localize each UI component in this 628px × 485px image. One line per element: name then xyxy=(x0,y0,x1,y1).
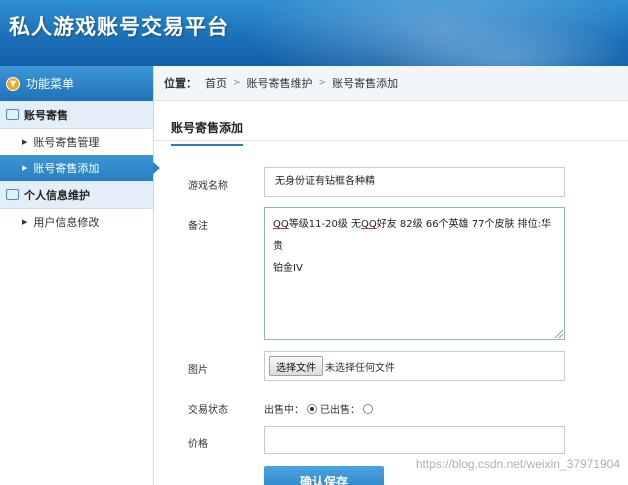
sidebar-item-consignment-add[interactable]: ▶ 账号寄售添加 xyxy=(0,155,160,181)
breadcrumb-section[interactable]: 账号寄售维护 xyxy=(247,75,313,91)
remark-textarea[interactable]: QQ等级11-20级 无QQ好友 82级 66个英雄 77个皮肤 排位:华贵 铂… xyxy=(264,207,565,340)
price-label: 价格 xyxy=(188,439,208,450)
status-sold-label: 已出售： xyxy=(320,405,360,416)
sidebar-item-user-edit[interactable]: ▶ 用户信息修改 xyxy=(0,209,153,235)
file-status-text: 未选择任何文件 xyxy=(325,362,395,374)
game-name-input[interactable]: 无身份证有钻框各种精 xyxy=(264,167,565,197)
message-icon xyxy=(6,109,19,120)
remark-text-1: 等级11-20级 无 xyxy=(288,219,361,230)
app-header: 私人游戏账号交易平台 xyxy=(0,0,628,66)
sidebar-menu-title-label: 功能菜单 xyxy=(26,77,75,91)
remark-label: 备注 xyxy=(188,221,208,232)
sidebar-group-label: 个人信息维护 xyxy=(24,188,90,202)
app-title: 私人游戏账号交易平台 xyxy=(9,15,229,39)
chevron-right-icon: > xyxy=(233,78,241,88)
breadcrumb-prefix: 位置： xyxy=(164,77,197,90)
watermark-text: https://blog.csdn.net/weixin_37971904 xyxy=(415,457,620,471)
image-file-input[interactable]: 选择文件 未选择任何文件 xyxy=(264,351,565,381)
confirm-save-button[interactable]: 确认保存 xyxy=(264,466,384,485)
list-icon xyxy=(6,189,19,200)
status-sold-radio[interactable] xyxy=(363,403,373,414)
breadcrumb-current: 账号寄售添加 xyxy=(332,77,399,90)
sidebar-item-consignment-manage[interactable]: ▶ 账号寄售管理 xyxy=(0,129,153,155)
sidebar-item-label: 账号寄售管理 xyxy=(33,136,100,149)
breadcrumb: 位置： 首页 > 账号寄售维护 > 账号寄售添加 xyxy=(155,66,628,101)
triangle-right-icon: ▶ xyxy=(22,164,28,172)
status-label: 交易状态 xyxy=(188,405,228,416)
game-name-label: 游戏名称 xyxy=(188,181,228,192)
remark-line-2: 铂金IV xyxy=(273,263,303,274)
status-selling-radio[interactable] xyxy=(307,403,317,414)
status-radio-group: 出售中： 已出售： xyxy=(264,401,376,416)
remark-qq-1: QQ xyxy=(273,219,289,230)
triangle-right-icon: ▶ xyxy=(22,218,28,226)
breadcrumb-home[interactable]: 首页 xyxy=(205,75,227,91)
chevron-down-icon: ▼ xyxy=(6,76,20,91)
sidebar-item-label: 账号寄售添加 xyxy=(33,162,100,175)
price-input[interactable] xyxy=(264,426,565,454)
status-selling-label: 出售中： xyxy=(264,405,304,416)
form-header: 账号寄售添加 xyxy=(155,113,628,146)
image-label: 图片 xyxy=(188,365,208,376)
sidebar: ▼ 功能菜单 账号寄售 ▶ 账号寄售管理 ▶ 账号寄售添加 个人信息维护 ▶ 用… xyxy=(0,66,160,485)
remark-qq-2: QQ xyxy=(361,219,377,230)
sidebar-item-label: 用户信息修改 xyxy=(33,216,100,229)
main-content: 账号寄售添加 游戏名称 无身份证有钻框各种精 备注 QQ等级11-20级 无QQ… xyxy=(155,101,628,485)
sidebar-group-consignment[interactable]: 账号寄售 xyxy=(0,101,153,129)
resize-grip-icon[interactable] xyxy=(555,330,563,338)
choose-file-button[interactable]: 选择文件 xyxy=(269,356,323,376)
sidebar-group-label: 账号寄售 xyxy=(24,108,68,122)
triangle-right-icon: ▶ xyxy=(22,138,28,146)
sidebar-group-profile[interactable]: 个人信息维护 xyxy=(0,181,153,209)
remark-line-1: QQ等级11-20级 无QQ好友 82级 66个英雄 77个皮肤 排位:华贵 xyxy=(273,214,556,258)
sidebar-menu-title[interactable]: ▼ 功能菜单 xyxy=(0,66,153,101)
chevron-right-icon: > xyxy=(318,78,327,88)
form-title: 账号寄售添加 xyxy=(171,119,244,146)
